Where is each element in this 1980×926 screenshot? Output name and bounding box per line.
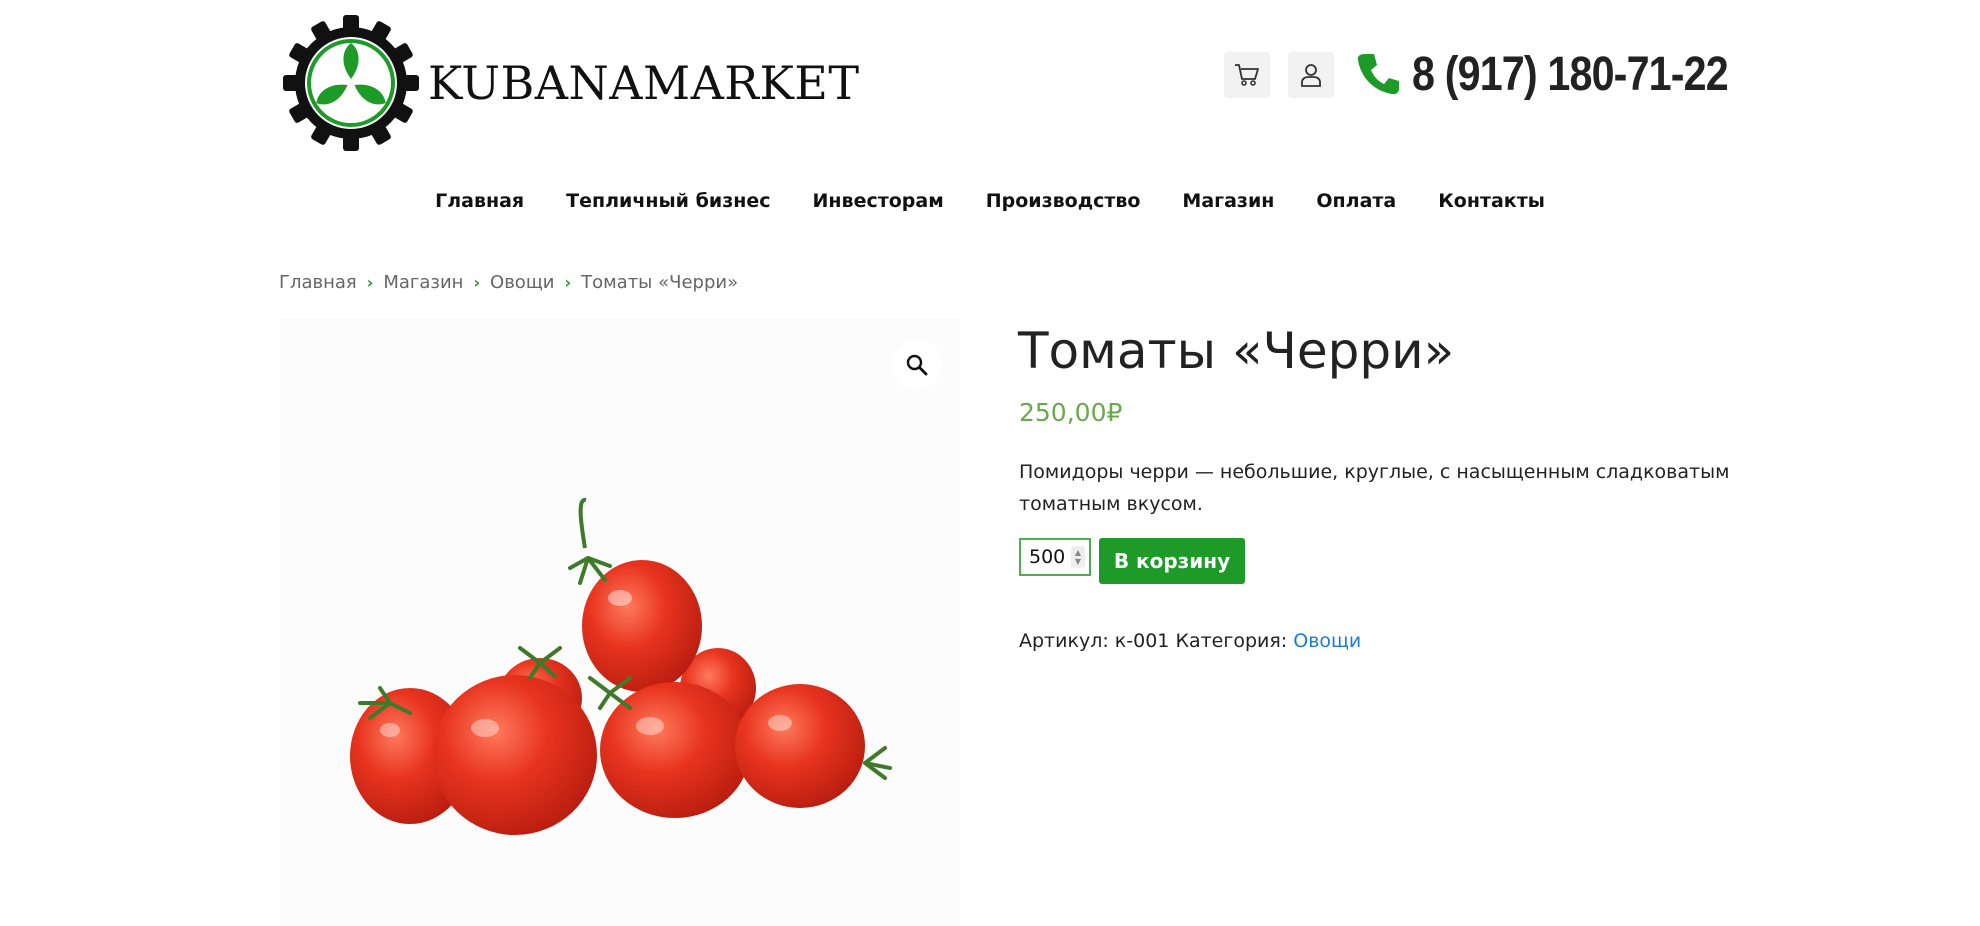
chevron-up-icon[interactable]: ▲ xyxy=(1075,548,1081,557)
sku-label: Артикул: xyxy=(1019,630,1109,652)
cherry-tomatoes-image xyxy=(350,498,892,835)
product-description: Помидоры черри — небольшие, круглые, с н… xyxy=(1019,461,1730,515)
nav-item-production[interactable]: Производство xyxy=(986,190,1141,212)
quantity-input[interactable]: 500 ▲ ▼ xyxy=(1019,538,1091,576)
site-logo[interactable]: KUBANAMARKET xyxy=(282,14,859,152)
chevron-right-icon: › xyxy=(564,273,572,292)
product-title: Томаты «Черри» xyxy=(1018,322,1455,380)
product-price: 250,00₽ xyxy=(1019,398,1123,427)
search-icon xyxy=(906,354,928,376)
nav-item-payment[interactable]: Оплата xyxy=(1316,190,1396,212)
main-nav: Главная Тепличный бизнес Инвесторам Прои… xyxy=(0,190,1980,212)
breadcrumb-home[interactable]: Главная xyxy=(279,272,357,293)
phone-link[interactable]: 8 (917) 180-71-22 xyxy=(1354,44,1779,104)
category-label: Категория: xyxy=(1175,630,1288,652)
chevron-right-icon: › xyxy=(473,273,481,292)
user-icon xyxy=(1301,64,1321,87)
breadcrumb-vegetables[interactable]: Овощи xyxy=(490,272,554,293)
logo-gear-icon xyxy=(283,15,419,151)
product-meta: Артикул: к-001 Категория: Овощи xyxy=(1019,630,1361,652)
nav-item-investors[interactable]: Инвесторам xyxy=(813,190,944,212)
chevron-right-icon: › xyxy=(366,273,374,292)
breadcrumb-current: Томаты «Черри» xyxy=(581,272,739,293)
breadcrumb: Главная › Магазин › Овощи › Томаты «Черр… xyxy=(279,272,738,293)
zoom-button[interactable] xyxy=(892,340,942,390)
add-to-cart-button[interactable]: В корзину xyxy=(1099,538,1245,584)
nav-item-greenhouse-business[interactable]: Тепличный бизнес xyxy=(566,190,770,212)
sku-value: к-001 xyxy=(1114,630,1170,652)
phone-number: 8 (917) 180-71-22 xyxy=(1412,47,1729,101)
quantity-value: 500 xyxy=(1029,546,1066,568)
quantity-stepper[interactable]: ▲ ▼ xyxy=(1071,546,1085,568)
chevron-down-icon[interactable]: ▼ xyxy=(1075,557,1081,566)
cart-button[interactable] xyxy=(1224,52,1270,98)
category-link[interactable]: Овощи xyxy=(1293,630,1361,652)
logo-text: KUBANAMARKET xyxy=(428,56,860,110)
nav-item-shop[interactable]: Магазин xyxy=(1182,190,1274,212)
phone-icon xyxy=(1357,54,1399,95)
nav-item-home[interactable]: Главная xyxy=(435,190,524,212)
breadcrumb-shop[interactable]: Магазин xyxy=(383,272,463,293)
nav-item-contacts[interactable]: Контакты xyxy=(1438,190,1545,212)
account-button[interactable] xyxy=(1288,52,1334,98)
product-image[interactable] xyxy=(280,318,960,926)
cart-icon xyxy=(1235,64,1259,86)
